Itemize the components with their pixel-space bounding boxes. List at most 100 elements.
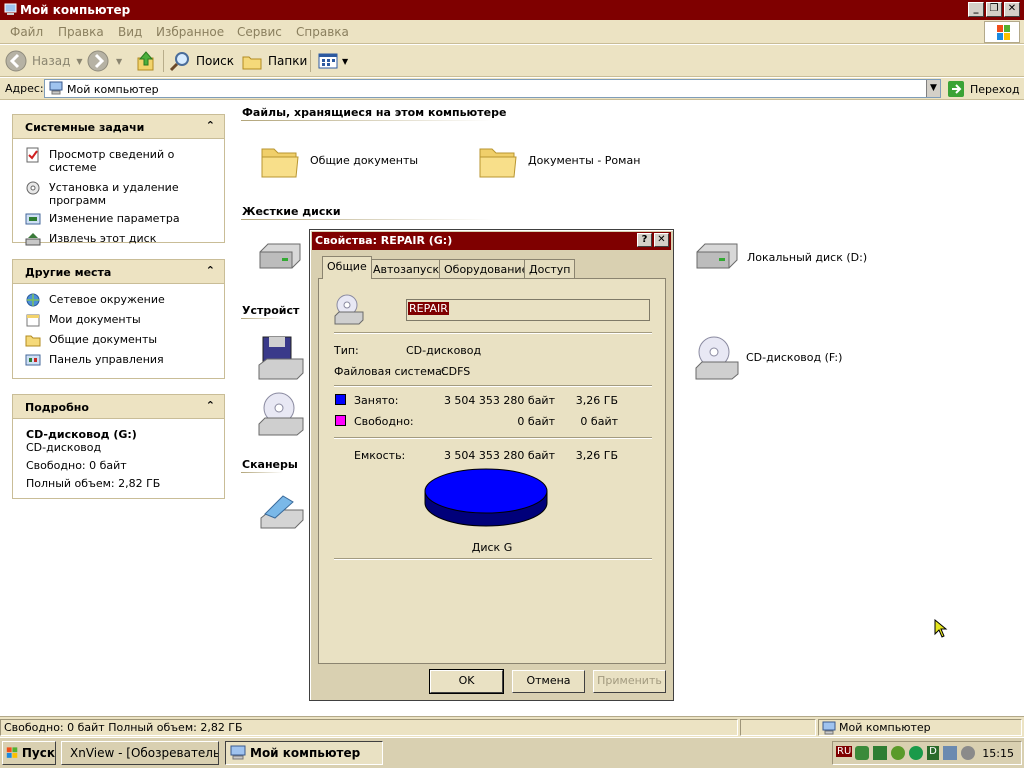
properties-dialog: Свойства: REPAIR (G:) ? ✕ Общие Автозапу…	[309, 229, 674, 701]
help-button[interactable]: ?	[637, 233, 652, 247]
language-indicator[interactable]: RU	[836, 746, 853, 757]
menu-view[interactable]: Вид	[118, 25, 142, 39]
cd-drive-f[interactable]: CD-дисковод (F:)	[694, 334, 842, 380]
section-divider	[241, 120, 661, 121]
status-bar: Свободно: 0 байт Полный объем: 2,82 ГБ М…	[0, 716, 1024, 737]
tray-app-icon[interactable]	[891, 746, 905, 760]
cancel-button[interactable]: Отмена	[512, 670, 585, 693]
menu-help[interactable]: Справка	[296, 25, 349, 39]
type-label: Тип:	[334, 344, 359, 357]
menu-tools[interactable]: Сервис	[237, 25, 282, 39]
filesystem-value: CDFS	[441, 365, 471, 378]
address-label: Адрес:	[5, 82, 44, 95]
local-disk-d[interactable]: Локальный диск (D:)	[693, 240, 867, 274]
dialog-title: Свойства: REPAIR (G:)	[315, 234, 453, 247]
tab-autoplay[interactable]: Автозапуск	[368, 259, 445, 278]
toolbar: Назад ▼ ▼ Поиск Папки ▼	[0, 45, 1024, 77]
close-window-button[interactable]: ✕	[1004, 2, 1020, 17]
tray-network-icon[interactable]	[855, 746, 869, 760]
details-drive-type: CD-дисковод	[26, 441, 102, 454]
collapse-chevron-icon[interactable]: ⌃	[206, 264, 215, 277]
tab-sharing[interactable]: Доступ	[524, 259, 576, 278]
section-hdd-heading: Жесткие диски	[242, 205, 341, 218]
folder-icon	[479, 148, 517, 178]
windows-logo-icon	[984, 21, 1020, 43]
shared-documents-folder[interactable]: Общие документы	[260, 141, 418, 179]
collapse-chevron-icon[interactable]: ⌃	[206, 399, 215, 412]
tab-general[interactable]: Общие	[322, 256, 372, 279]
go-button[interactable]: Переход	[947, 80, 1020, 98]
other-places-header[interactable]: Другие места ⌃	[13, 260, 224, 284]
my-computer-icon	[230, 745, 246, 760]
disk-usage-pie	[424, 468, 548, 527]
system-tray: RU D 15:15	[832, 741, 1022, 765]
my-documents-link[interactable]: Мои документы	[13, 313, 224, 327]
dialog-close-button[interactable]: ✕	[654, 233, 669, 247]
window-title-bar[interactable]: Мой компьютер _ ❐ ✕	[0, 0, 1024, 20]
shared-documents-link[interactable]: Общие документы	[13, 333, 224, 347]
menu-file[interactable]: Файл	[10, 25, 43, 39]
tray-volume-icon[interactable]	[943, 746, 957, 760]
mouse-cursor-icon	[934, 619, 948, 638]
section-devices-heading: Устройст	[242, 304, 300, 317]
up-folder-button[interactable]	[134, 49, 158, 73]
roman-documents-folder[interactable]: Документы - Роман	[478, 141, 640, 179]
tray-monitor-icon[interactable]	[961, 746, 975, 760]
views-button[interactable]: ▼	[316, 49, 348, 73]
dialog-title-bar[interactable]: Свойства: REPAIR (G:) ? ✕	[312, 232, 671, 250]
folders-button[interactable]: Папки	[240, 49, 307, 73]
taskbar-xnview[interactable]: XnView - [Обозреватель...	[61, 741, 219, 765]
volume-label-input[interactable]: REPAIR	[406, 299, 650, 321]
address-dropdown-icon[interactable]: ▼	[926, 80, 940, 97]
address-input[interactable]: Мой компьютер ▼	[44, 79, 941, 98]
forward-button[interactable]: ▼	[86, 49, 122, 73]
used-gb: 3,26 ГБ	[575, 394, 618, 407]
eject-disk-link[interactable]: Извлечь этот диск	[13, 232, 224, 246]
filesystem-label: Файловая система:	[334, 365, 446, 378]
collapse-chevron-icon[interactable]: ⌃	[206, 119, 215, 132]
start-button[interactable]: Пуск	[2, 741, 56, 765]
views-icon	[318, 53, 338, 69]
tray-download-icon[interactable]	[873, 746, 887, 760]
search-button[interactable]: Поиск	[168, 49, 234, 73]
free-bytes: 0 байт	[517, 415, 555, 428]
network-icon	[26, 293, 40, 307]
cd-drive-icon	[334, 294, 364, 325]
hard-disk-c[interactable]	[256, 240, 304, 274]
minimize-button[interactable]: _	[968, 2, 984, 17]
separator	[334, 332, 652, 334]
restore-button[interactable]: ❐	[986, 2, 1002, 17]
capacity-label: Емкость:	[354, 449, 406, 462]
add-remove-programs-link[interactable]: Установка и удаление программ	[13, 181, 224, 207]
view-system-info-link[interactable]: Просмотр сведений о системе	[13, 147, 224, 174]
status-size-info: Свободно: 0 байт Полный объем: 2,82 ГБ	[0, 719, 738, 736]
tray-d-icon[interactable]: D	[927, 746, 939, 760]
scanner-device[interactable]	[257, 492, 305, 532]
tray-shield-icon[interactable]	[909, 746, 923, 760]
section-divider	[241, 219, 661, 220]
window-title: Мой компьютер	[20, 3, 131, 17]
menu-favorites[interactable]: Избранное	[156, 25, 224, 39]
status-location: Мой компьютер	[818, 719, 1022, 736]
change-setting-link[interactable]: Изменение параметра	[13, 212, 224, 225]
back-button[interactable]: Назад ▼	[4, 49, 83, 73]
apply-button[interactable]: Применить	[593, 670, 666, 693]
system-tasks-header[interactable]: Системные задачи ⌃	[13, 115, 224, 139]
ok-button[interactable]: OK	[429, 669, 504, 694]
my-computer-icon	[4, 3, 17, 15]
control-panel-link[interactable]: Панель управления	[13, 353, 224, 366]
tab-hardware[interactable]: Оборудование	[439, 259, 534, 278]
network-places-link[interactable]: Сетевое окружение	[13, 293, 224, 307]
status-empty-pane	[740, 719, 816, 736]
floppy-drive[interactable]	[257, 335, 305, 381]
cd-drive-icon	[258, 392, 304, 436]
capacity-gb: 3,26 ГБ	[575, 449, 618, 462]
my-documents-icon	[26, 314, 40, 327]
taskbar-my-computer[interactable]: Мой компьютер	[225, 741, 383, 765]
details-header[interactable]: Подробно ⌃	[13, 395, 224, 419]
used-label: Занято:	[354, 394, 399, 407]
control-panel-icon	[25, 354, 41, 366]
cd-drive-g[interactable]	[257, 390, 305, 436]
free-gb: 0 байт	[580, 415, 618, 428]
menu-edit[interactable]: Правка	[58, 25, 104, 39]
